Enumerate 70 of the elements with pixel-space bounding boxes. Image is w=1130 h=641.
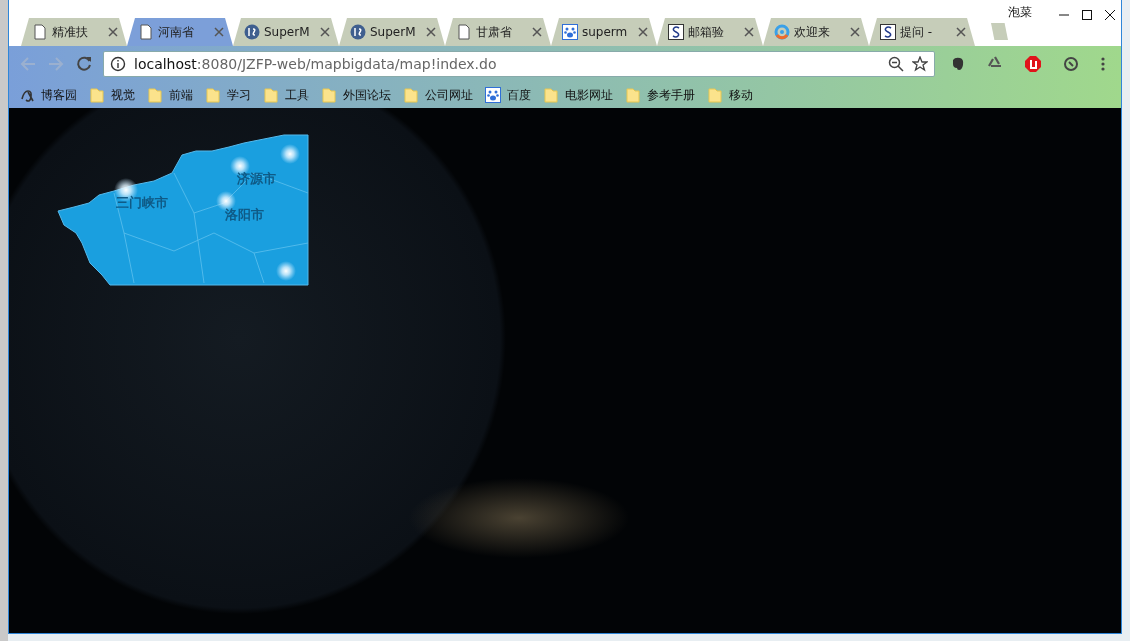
- folder-icon: [543, 87, 559, 103]
- bookmark[interactable]: 工具: [263, 86, 309, 104]
- bookmark[interactable]: 公司网址: [403, 86, 473, 104]
- close-tab-icon[interactable]: [320, 27, 330, 37]
- tab-title: 提问 -: [900, 23, 934, 41]
- zoom-out-icon[interactable]: [888, 56, 904, 72]
- page-icon: [138, 24, 154, 40]
- browser-tab[interactable]: SuperM: [339, 18, 445, 46]
- profile-name[interactable]: 泡菜: [1008, 4, 1032, 21]
- letter-icon: [668, 24, 684, 40]
- page-icon: [456, 24, 472, 40]
- bookmark[interactable]: 博客园: [19, 86, 77, 104]
- close-tab-icon[interactable]: [850, 27, 860, 37]
- tab-title: superm: [582, 25, 629, 39]
- close-tab-icon[interactable]: [956, 27, 966, 37]
- hand-stop-icon[interactable]: [1024, 55, 1042, 73]
- close-tab-icon[interactable]: [108, 27, 118, 37]
- circle-logo-icon: [350, 24, 366, 40]
- close-tab-icon[interactable]: [426, 27, 436, 37]
- folder-icon: [625, 87, 641, 103]
- circle-logo-icon: [244, 24, 260, 40]
- close-tab-icon[interactable]: [532, 27, 542, 37]
- close-tab-icon[interactable]: [638, 27, 648, 37]
- city-label: 三门峡市: [116, 195, 168, 210]
- bookmark[interactable]: 电影网址: [543, 86, 613, 104]
- bookmark[interactable]: 视觉: [89, 86, 135, 104]
- address-bar[interactable]: localhost:8080/JZFP-web/mapbigdata/map!index.do: [103, 51, 935, 77]
- bookmark[interactable]: 外国论坛: [321, 86, 391, 104]
- letter-icon: [880, 24, 896, 40]
- bookmark[interactable]: 移动: [707, 86, 753, 104]
- bookmark[interactable]: 百度: [485, 86, 531, 104]
- browser-tab[interactable]: SuperM: [233, 18, 339, 46]
- paw-icon: [562, 24, 578, 40]
- folder-icon: [147, 87, 163, 103]
- tab-title: 河南省: [158, 23, 195, 41]
- paw-icon: [485, 87, 501, 103]
- browser-tab[interactable]: 欢迎来: [763, 18, 869, 46]
- close-tab-icon[interactable]: [744, 27, 754, 37]
- tab-title: 甘肃省: [476, 23, 513, 41]
- ring-logo-icon: [774, 24, 790, 40]
- browser-tab[interactable]: superm: [551, 18, 657, 46]
- reload-icon[interactable]: [75, 55, 93, 73]
- folder-icon: [321, 87, 337, 103]
- browser-tab[interactable]: 精准扶: [21, 18, 127, 46]
- info-icon[interactable]: [110, 56, 126, 72]
- browser-tab[interactable]: 甘肃省: [445, 18, 551, 46]
- folder-icon: [263, 87, 279, 103]
- tab-title: 邮箱验: [688, 23, 725, 41]
- bookmark[interactable]: 前端: [147, 86, 193, 104]
- bookmark[interactable]: 学习: [205, 86, 251, 104]
- tab-title: 欢迎来: [794, 23, 831, 41]
- city-label: 济源市: [236, 171, 276, 186]
- page-icon: [32, 24, 48, 40]
- tab-title: SuperM: [370, 25, 417, 39]
- bookmark[interactable]: 参考手册: [625, 86, 695, 104]
- folder-icon: [205, 87, 221, 103]
- browser-tab[interactable]: 邮箱验: [657, 18, 763, 46]
- tab-title: SuperM: [264, 25, 311, 39]
- close-tab-icon[interactable]: [214, 27, 224, 37]
- folder-icon: [707, 87, 723, 103]
- bird-logo-icon: [19, 87, 35, 103]
- tab-title: 精准扶: [52, 23, 89, 41]
- menu-icon[interactable]: [1100, 56, 1106, 72]
- star-icon[interactable]: [912, 56, 928, 72]
- folder-icon: [89, 87, 105, 103]
- browser-tab[interactable]: 提问 -: [869, 18, 975, 46]
- browser-tab[interactable]: 河南省: [127, 18, 233, 46]
- url-text: localhost:8080/JZFP-web/mapbigdata/map!index.do: [134, 56, 497, 72]
- folder-icon: [403, 87, 419, 103]
- city-label: 洛阳市: [224, 207, 264, 222]
